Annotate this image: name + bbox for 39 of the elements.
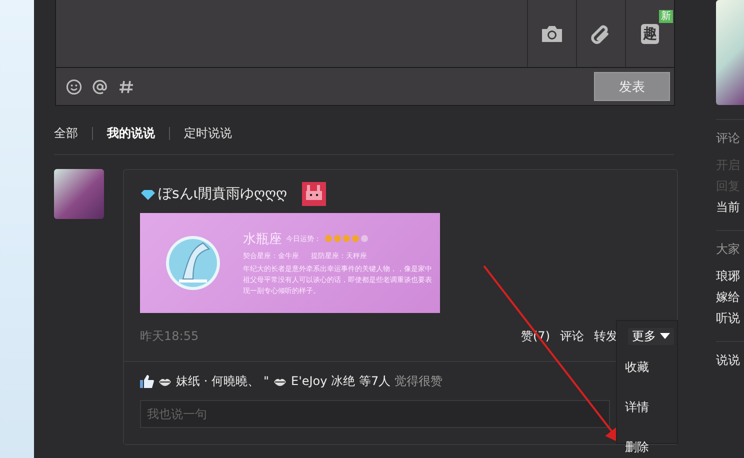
filter-tab[interactable]: 全部: [54, 124, 78, 142]
section-title: 评论: [716, 130, 741, 147]
liker-name[interactable]: 妹纸 · 何曉曉、: [176, 372, 260, 390]
like-text: 觉得很赞: [394, 372, 443, 390]
like-count[interactable]: 等7人: [359, 372, 391, 390]
new-badge: 新: [659, 10, 673, 23]
more-menu-button[interactable]: 更多: [628, 328, 674, 344]
lips-icon[interactable]: [272, 376, 287, 386]
aquarius-emblem-icon[interactable]: [165, 235, 221, 291]
filter-tab[interactable]: 我的说说: [107, 124, 155, 142]
pixel-bunny-icon[interactable]: [302, 182, 326, 206]
comment-input-field[interactable]: 我也说一句: [140, 400, 610, 428]
sidebar-link[interactable]: 说说: [716, 352, 744, 369]
camera-icon[interactable]: [540, 24, 564, 44]
fun-app-icon[interactable]: 趣: [641, 24, 659, 44]
post-time: 昨天18:55: [140, 328, 199, 344]
sidebar-link[interactable]: 当前: [716, 199, 744, 216]
hash-icon[interactable]: [118, 78, 134, 94]
section-title: 大家: [716, 241, 741, 258]
action-link[interactable]: 评论: [560, 328, 584, 344]
liker-name[interactable]: E'eJoy 冰绝: [290, 372, 356, 390]
sidebar-link[interactable]: 嫁给: [716, 289, 744, 306]
caret-icon: [660, 333, 670, 339]
author-name[interactable]: ぼsんι閒賁雨ゆღღღ: [158, 185, 288, 203]
filter-tab[interactable]: 定时说说: [184, 124, 232, 142]
diamond-icon[interactable]: [141, 188, 155, 200]
smiley-icon[interactable]: [66, 78, 82, 94]
avatar-image: [54, 169, 104, 219]
sign-name: 水瓶座: [243, 230, 282, 248]
menu-item[interactable]: 详情: [625, 398, 649, 416]
action-link[interactable]: 转发: [594, 328, 618, 344]
at-sign-icon[interactable]: [92, 78, 108, 94]
liker-name[interactable]: ": [263, 374, 269, 388]
menu-item[interactable]: 删除: [625, 438, 649, 456]
thumbs-up-icon[interactable]: [140, 374, 154, 388]
lips-icon[interactable]: [158, 376, 172, 386]
menu-item[interactable]: 收藏: [625, 358, 649, 376]
sidebar-link[interactable]: 琅琊: [716, 268, 744, 285]
sidebar-link[interactable]: 听说: [716, 310, 744, 327]
